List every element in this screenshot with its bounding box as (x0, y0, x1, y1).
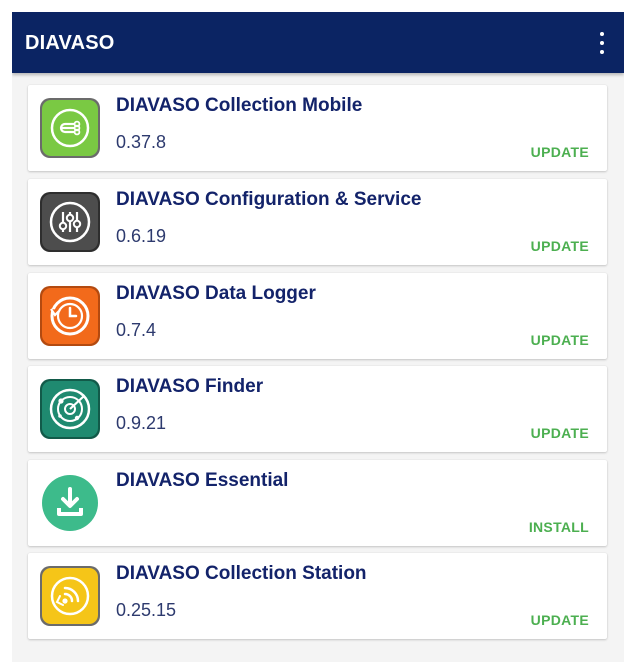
update-button[interactable]: UPDATE (531, 425, 589, 441)
finder-radar-icon (39, 378, 101, 440)
download-icon (39, 472, 101, 534)
app-card-collection-station[interactable]: DIAVASO Collection Station 0.25.15 UPDAT… (28, 553, 607, 639)
app-card-essential[interactable]: DIAVASO Essential INSTALL (28, 460, 607, 546)
configuration-sliders-icon (39, 191, 101, 253)
app-name: DIAVASO Collection Station (116, 563, 367, 584)
app-version: 0.37.8 (116, 132, 167, 152)
update-button[interactable]: UPDATE (531, 238, 589, 254)
data-logger-clock-icon (39, 285, 101, 347)
app-card-finder[interactable]: DIAVASO Finder 0.9.21 UPDATE (28, 366, 607, 452)
app-card-data-logger[interactable]: DIAVASO Data Logger 0.7.4 UPDATE (28, 273, 607, 359)
collection-station-signal-icon (39, 565, 101, 627)
update-button[interactable]: UPDATE (531, 332, 589, 348)
app-version: 0.6.19 (116, 226, 167, 246)
app-bar: DIAVASO (12, 12, 624, 73)
update-button[interactable]: UPDATE (531, 612, 589, 628)
app-title: DIAVASO (25, 32, 115, 54)
app-name: DIAVASO Data Logger (116, 283, 316, 304)
app-version: 0.7.4 (116, 320, 157, 340)
app-name: DIAVASO Configuration & Service (116, 189, 422, 210)
app-screen: DIAVASO DIAVASO Collection Mobile 0.37.8… (12, 12, 624, 662)
app-card-configuration-service[interactable]: DIAVASO Configuration & Service 0.6.19 U… (28, 179, 607, 265)
overflow-menu-icon[interactable] (596, 30, 608, 56)
install-button[interactable]: INSTALL (529, 519, 589, 535)
app-version: 0.9.21 (116, 413, 167, 433)
app-version: 0.25.15 (116, 600, 177, 620)
app-card-collection-mobile[interactable]: DIAVASO Collection Mobile 0.37.8 UPDATE (28, 85, 607, 171)
update-button[interactable]: UPDATE (531, 144, 589, 160)
app-name: DIAVASO Finder (116, 376, 264, 397)
app-name: DIAVASO Essential (116, 470, 289, 491)
app-name: DIAVASO Collection Mobile (116, 95, 363, 116)
collection-mobile-icon (39, 97, 101, 159)
